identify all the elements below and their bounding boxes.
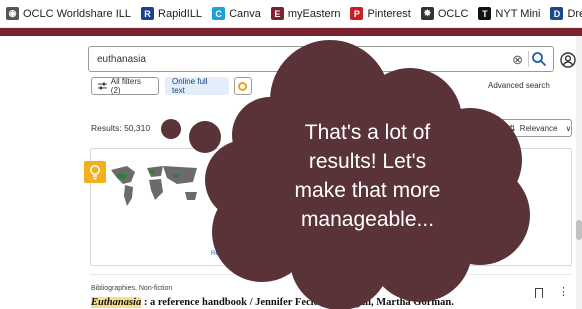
bookmark-label: Drexel Connect <box>567 7 582 20</box>
search-input-value: euthanasia <box>97 53 146 65</box>
bookmark-item[interactable]: R RapidILL <box>141 7 202 20</box>
results-count: Results: 50,310 <box>91 123 151 133</box>
bookmark-item[interactable]: P Pinterest <box>350 7 411 20</box>
bookmark-item[interactable]: ✸ OCLC <box>420 7 469 20</box>
oclc-icon: ✸ <box>420 7 434 20</box>
chevron-down-icon: ∨ <box>565 123 572 133</box>
callout-line-2: results! Let's <box>308 150 427 173</box>
bookmark-label: Pinterest <box>367 7 411 20</box>
scrollbar-track[interactable] <box>576 36 582 309</box>
bookmark-item[interactable]: ◉ OCLC Worldshare ILL <box>6 7 131 20</box>
bookmark-label: myEastern <box>287 7 341 20</box>
more-options-icon[interactable]: ⋮ <box>558 287 569 298</box>
bookmark-item[interactable]: C Canva <box>212 7 261 20</box>
online-full-text-label: Online full text <box>172 77 208 95</box>
card-label-rel: REL <box>211 163 223 169</box>
bookmark-item[interactable]: T NYT Mini <box>478 7 540 20</box>
filter-sliders-icon <box>98 82 107 90</box>
bookmark-item[interactable]: DDrexel Connect <box>550 7 582 20</box>
user-account-icon[interactable] <box>560 52 576 68</box>
browser-page: ◉ OCLC Worldshare ILL R RapidILL C Canva EmyEa… <box>0 0 582 309</box>
card-link-re[interactable]: Re <box>211 251 219 257</box>
record-title-rest: : a reference handbook / Jennifer Fecio … <box>141 297 454 308</box>
all-filters-button[interactable]: All filters (2) <box>91 77 159 95</box>
bookmark-label: NYT Mini <box>495 7 541 20</box>
advanced-search-link[interactable]: Advanced search <box>488 81 550 90</box>
result-divider <box>90 274 572 275</box>
drexel-icon: D <box>550 7 564 20</box>
save-bookmark-icon[interactable] <box>535 288 543 298</box>
bookmark-label: OCLC <box>437 7 469 20</box>
nyt-icon: T <box>478 7 492 20</box>
site-header-strip <box>0 28 582 36</box>
format-filter-dropdown[interactable] <box>234 77 252 95</box>
online-full-text-button[interactable]: Online full text <box>165 77 229 95</box>
format-radio-icon <box>238 81 247 91</box>
callout-line-4: manageable... <box>300 208 435 231</box>
pinterest-icon: P <box>350 7 364 20</box>
sort-dropdown[interactable]: ⇅ Relevance ∨ <box>500 119 572 137</box>
sort-label: Relevance <box>519 123 558 133</box>
callout-line-1: That's a lot of <box>304 121 431 144</box>
callout-text: That's a lot of results! Let's make that… <box>245 118 490 234</box>
lightbulb-icon <box>84 161 106 183</box>
search-icon[interactable] <box>531 51 547 67</box>
scrollbar-thumb[interactable] <box>576 220 582 240</box>
record-category: Bibliographies, Non-fiction <box>91 285 173 292</box>
clear-search-icon[interactable]: ⊗ <box>512 52 523 68</box>
search-input[interactable]: euthanasia ⊗ <box>88 46 554 72</box>
record-title-highlight: Euthanasia <box>91 297 142 308</box>
record-title-link[interactable]: Euthanasia : a reference handbook / Jenn… <box>91 297 454 308</box>
bookmark-label: RapidILL <box>158 7 203 20</box>
globe-icon: ◉ <box>6 7 19 20</box>
world-map <box>111 166 197 206</box>
search-divider <box>528 51 529 67</box>
canva-icon: C <box>212 7 226 20</box>
all-filters-label: All filters (2) <box>110 77 142 95</box>
eastern-icon: E <box>270 7 284 20</box>
chevron-down-icon: ∨ <box>423 81 429 91</box>
bookmark-item[interactable]: EmyEastern <box>270 7 341 20</box>
rapidill-icon: R <box>141 7 155 20</box>
filter-dropdown[interactable]: ∨ <box>412 77 440 95</box>
bookmarks-bar: ◉ OCLC Worldshare ILL R RapidILL C Canva EmyEa… <box>0 0 582 28</box>
bookmark-label: Canva <box>229 7 261 20</box>
callout-line-3: make that more <box>294 179 441 202</box>
sort-icon: ⇅ <box>509 123 516 133</box>
bookmark-label: OCLC Worldshare ILL <box>23 7 132 20</box>
